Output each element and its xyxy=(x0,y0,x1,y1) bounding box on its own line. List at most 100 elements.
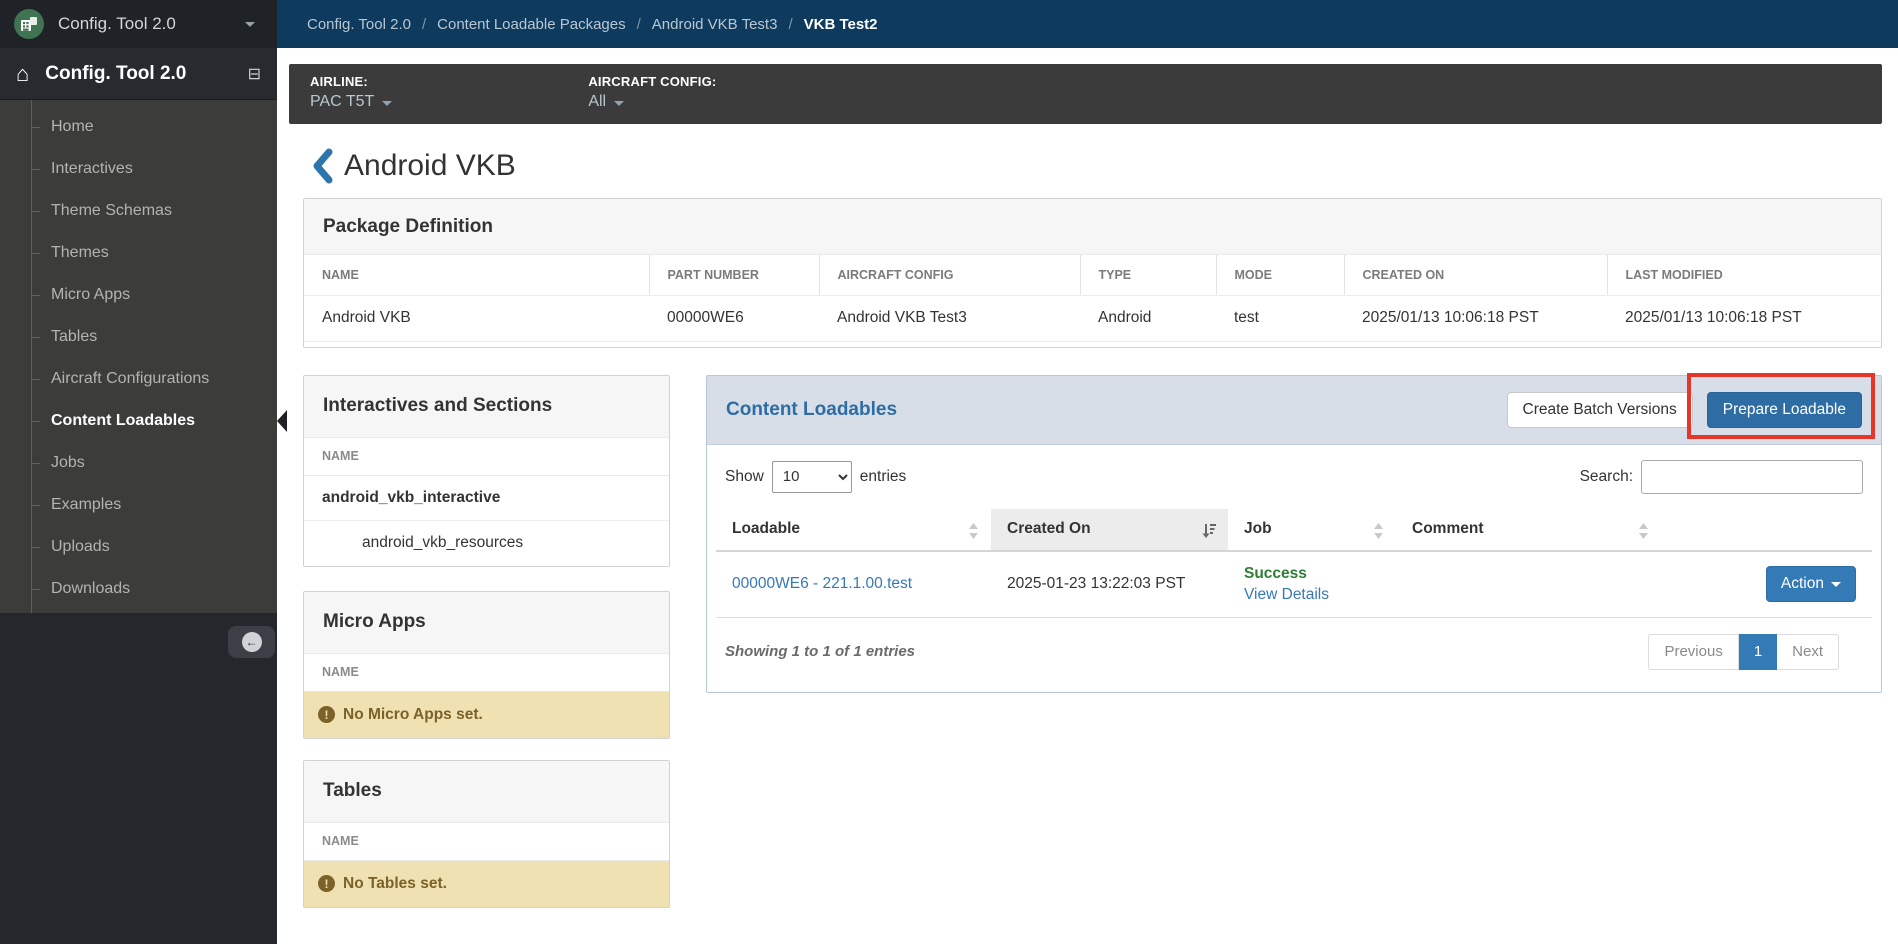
breadcrumb-item[interactable]: Android VKB Test3 xyxy=(652,16,778,33)
sidebar-item-themes[interactable]: Themes xyxy=(0,232,277,274)
sidebar-item-home[interactable]: Home xyxy=(0,106,277,148)
sidebar-item-uploads[interactable]: Uploads xyxy=(0,526,277,568)
tables-panel: Tables NAME ! No Tables set. xyxy=(303,759,670,908)
list-item-interactive[interactable]: android_vkb_interactive xyxy=(304,476,669,521)
sidebar-item-label: Uploads xyxy=(51,538,110,555)
table-footer: Showing 1 to 1 of 1 entries Previous 1 N… xyxy=(716,618,1872,692)
cell-mode: test xyxy=(1216,295,1344,342)
app-window: Config. Tool 2.0 ⌂ Config. Tool 2.0 ⊟ Ho… xyxy=(0,0,1898,944)
collapse-panel-icon[interactable]: ⊟ xyxy=(248,64,261,84)
search-input[interactable] xyxy=(1641,459,1863,494)
sidebar-item-aircraft-configurations[interactable]: Aircraft Configurations xyxy=(0,358,277,400)
airline-dropdown[interactable]: PAC T5T xyxy=(310,93,393,111)
column-header-action xyxy=(1661,508,1872,552)
sidebar-item-tables[interactable]: Tables xyxy=(0,316,277,358)
sort-icon xyxy=(1374,522,1383,539)
back-icon[interactable] xyxy=(310,148,334,184)
pagination-page-1[interactable]: 1 xyxy=(1738,633,1778,670)
cell-last-modified: 2025/01/13 10:06:18 PST xyxy=(1607,295,1881,342)
brand-switcher[interactable]: Config. Tool 2.0 xyxy=(0,0,277,48)
sidebar-footer: ← xyxy=(0,613,277,944)
sidebar-home-header[interactable]: ⌂ Config. Tool 2.0 ⊟ xyxy=(0,48,277,100)
sidebar-item-examples[interactable]: Examples xyxy=(0,484,277,526)
sidebar-item-label: Aircraft Configurations xyxy=(51,370,210,387)
column-header-created-on[interactable]: Created On xyxy=(991,508,1228,552)
table-row: 00000WE6 - 221.1.00.test 2025-01-23 13:2… xyxy=(716,550,1872,618)
pagination-previous[interactable]: Previous xyxy=(1648,633,1739,670)
sidebar-item-micro-apps[interactable]: Micro Apps xyxy=(0,274,277,316)
cell-part-number: 00000WE6 xyxy=(649,295,819,342)
caret-down-icon xyxy=(614,100,625,106)
warning-text: No Micro Apps set. xyxy=(343,705,483,723)
left-column: Interactives and Sections NAME android_v… xyxy=(303,374,670,908)
caret-down-icon xyxy=(1831,581,1841,587)
sidebar-item-label: Interactives xyxy=(51,160,133,177)
column-label: Comment xyxy=(1412,519,1484,537)
sidebar-item-downloads[interactable]: Downloads xyxy=(0,568,277,610)
sidebar-item-label: Themes xyxy=(51,244,109,261)
sidebar-item-theme-schemas[interactable]: Theme Schemas xyxy=(0,190,277,232)
cell-type: Android xyxy=(1080,295,1216,342)
list-item-resource[interactable]: android_vkb_resources xyxy=(304,521,669,566)
sort-desc-icon xyxy=(1202,523,1216,538)
interactives-panel-header: Interactives and Sections xyxy=(304,375,669,438)
arrow-left-icon: ← xyxy=(241,632,262,652)
sidebar-item-label: Downloads xyxy=(51,580,131,597)
column-header-job[interactable]: Job xyxy=(1228,508,1396,552)
search-label: Search: xyxy=(1579,467,1633,485)
cell-job: Success View Details xyxy=(1228,550,1396,618)
sort-icon xyxy=(969,522,978,539)
breadcrumb-separator: / xyxy=(788,15,793,33)
column-header-name: NAME xyxy=(304,654,669,692)
sidebar-item-content-loadables[interactable]: Content Loadables xyxy=(0,400,287,442)
pagination: Previous 1 Next xyxy=(1648,633,1839,670)
page-size-select[interactable]: 10 xyxy=(771,460,852,493)
interactives-panel: Interactives and Sections NAME android_v… xyxy=(303,374,670,567)
column-header-aircraft-config: AIRCRAFT CONFIG xyxy=(818,255,1080,296)
empty-state-warning: ! No Micro Apps set. xyxy=(304,691,669,738)
action-dropdown-button[interactable]: Action xyxy=(1765,566,1856,602)
pagination-next[interactable]: Next xyxy=(1777,633,1839,670)
cell-name: Android VKB xyxy=(304,295,649,342)
brand-label: Config. Tool 2.0 xyxy=(58,14,176,33)
filter-bar: AIRLINE: PAC T5T AIRCRAFT CONFIG: All xyxy=(289,64,1882,124)
home-icon: ⌂ xyxy=(16,60,30,86)
breadcrumb: Config. Tool 2.0 / Content Loadable Pack… xyxy=(277,0,1898,48)
airline-filter: AIRLINE: PAC T5T xyxy=(310,74,393,111)
package-definition-table: NAME PART NUMBER AIRCRAFT CONFIG TYPE MO… xyxy=(304,255,1881,342)
loadable-link[interactable]: 00000WE6 - 221.1.00.test xyxy=(732,575,912,592)
create-batch-versions-button[interactable]: Create Batch Versions xyxy=(1506,391,1693,428)
breadcrumb-item[interactable]: Config. Tool 2.0 xyxy=(307,16,411,33)
content-loadables-header: Content Loadables Create Batch Versions … xyxy=(707,372,1881,445)
app-logo-icon xyxy=(14,9,44,39)
breadcrumb-item[interactable]: Content Loadable Packages xyxy=(437,16,625,33)
empty-state-warning: ! No Tables set. xyxy=(304,860,669,907)
sidebar-collapse-button[interactable]: ← xyxy=(228,626,275,658)
content-loadables-panel: Content Loadables Create Batch Versions … xyxy=(706,372,1882,693)
cell-created-on: 2025/01/13 10:06:18 PST xyxy=(1344,295,1607,342)
sidebar-item-label: Jobs xyxy=(51,454,85,471)
column-header-loadable[interactable]: Loadable xyxy=(716,508,991,552)
sidebar-item-interactives[interactable]: Interactives xyxy=(0,148,277,190)
cell-comment xyxy=(1396,550,1661,618)
column-header-name: NAME xyxy=(304,823,669,861)
aircraft-config-dropdown[interactable]: All xyxy=(588,93,716,111)
view-details-link[interactable]: View Details xyxy=(1244,586,1380,604)
job-status-badge: Success xyxy=(1244,564,1307,582)
aircraft-config-filter: AIRCRAFT CONFIG: All xyxy=(588,74,716,111)
caret-down-icon xyxy=(382,100,393,106)
prepare-loadable-button[interactable]: Prepare Loadable xyxy=(1706,391,1862,428)
sidebar-item-label: Home xyxy=(51,118,94,135)
micro-apps-panel: Micro Apps NAME ! No Micro Apps set. xyxy=(303,590,670,739)
column-header-name: NAME xyxy=(304,438,669,476)
airline-value: PAC T5T xyxy=(310,93,375,110)
sidebar: Config. Tool 2.0 ⌂ Config. Tool 2.0 ⊟ Ho… xyxy=(0,0,287,944)
sidebar-item-label: Content Loadables xyxy=(51,412,196,429)
chevron-down-icon xyxy=(245,21,255,27)
package-definition-panel: Package Definition NAME PART NUMBER AIRC… xyxy=(303,198,1882,348)
column-label: Created On xyxy=(1007,519,1091,537)
column-label: Job xyxy=(1244,519,1272,537)
column-header-comment[interactable]: Comment xyxy=(1396,508,1661,552)
right-column: Content Loadables Create Batch Versions … xyxy=(706,372,1882,693)
sidebar-item-jobs[interactable]: Jobs xyxy=(0,442,277,484)
